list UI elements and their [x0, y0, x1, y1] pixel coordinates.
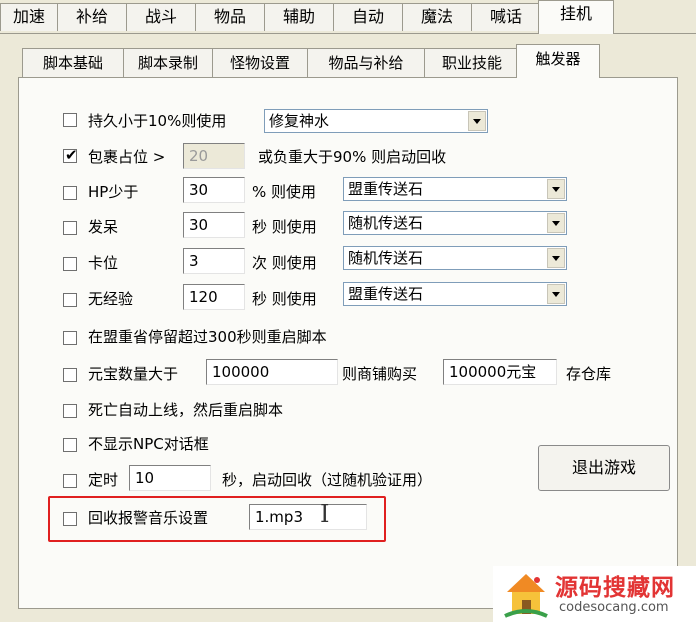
subtab-script-record[interactable]: 脚本录制: [123, 48, 213, 78]
hp-threshold-input[interactable]: 30: [183, 177, 245, 203]
tab-supply[interactable]: 补给: [57, 3, 127, 31]
yuanbao-mid-label: 则商铺购买: [342, 365, 418, 383]
mengzhong-checkbox[interactable]: [63, 331, 77, 345]
checkmark-icon: ✔: [65, 146, 78, 164]
durability-item-value: 修复神水: [269, 112, 330, 130]
timer-label: 定时: [88, 471, 119, 489]
tab-assist[interactable]: 辅助: [264, 3, 334, 31]
chevron-down-icon[interactable]: [468, 111, 486, 131]
tab-auto[interactable]: 自动: [333, 3, 403, 31]
subtab-monster-settings[interactable]: 怪物设置: [212, 48, 308, 78]
chevron-down-icon[interactable]: [547, 213, 565, 233]
bag-checkbox[interactable]: ✔: [63, 146, 78, 164]
exit-game-button[interactable]: 退出游戏: [538, 445, 670, 491]
death-label: 死亡自动上线，然后重启脚本: [88, 401, 284, 419]
bag-suffix-label: 或负重大于90% 则启动回收: [258, 148, 447, 166]
hp-checkbox[interactable]: [63, 186, 77, 200]
tab-combat[interactable]: 战斗: [126, 3, 196, 31]
stuck-checkbox[interactable]: [63, 257, 77, 271]
watermark: 源码搜藏网 codesocang.com: [493, 566, 696, 622]
main-tab-bar: 加速 补给 战斗 物品 辅助 自动 魔法 喊话 挂机: [0, 0, 696, 34]
tab-afk[interactable]: 挂机: [538, 0, 614, 34]
yuanbao-label: 元宝数量大于: [88, 365, 179, 383]
hp-unit-label: % 则使用: [252, 183, 317, 201]
stuck-unit-label: 次 则使用: [252, 254, 317, 272]
noexp-item-value: 盟重传送石: [348, 285, 424, 303]
durability-label: 持久小于10%则使用: [88, 112, 227, 130]
tab-magic[interactable]: 魔法: [402, 3, 472, 31]
death-checkbox[interactable]: [63, 404, 77, 418]
stuck-item-select[interactable]: 随机传送石: [343, 246, 567, 270]
stuck-count-input[interactable]: 3: [183, 248, 245, 274]
idle-unit-label: 秒 则使用: [252, 218, 317, 236]
bag-label: 包裹占位 >: [88, 148, 166, 166]
yuanbao-buy-input[interactable]: 100000元宝: [443, 359, 557, 385]
house-logo-icon: [504, 574, 548, 618]
tab-shout[interactable]: 喊话: [471, 3, 541, 31]
subtab-triggers[interactable]: 触发器: [516, 44, 600, 78]
hp-item-value: 盟重传送石: [348, 180, 424, 198]
subtab-class-skills[interactable]: 职业技能: [424, 48, 520, 78]
tab-speed[interactable]: 加速: [0, 3, 58, 31]
yuanbao-suffix-label: 存仓库: [566, 365, 612, 383]
yuanbao-amount-input[interactable]: 100000: [206, 359, 338, 385]
tab-items[interactable]: 物品: [195, 3, 265, 31]
alarm-checkbox[interactable]: [63, 512, 77, 526]
noexp-unit-label: 秒 则使用: [252, 290, 317, 308]
npc-checkbox[interactable]: [63, 438, 77, 452]
alarm-file-input[interactable]: 1.mp3: [249, 504, 367, 530]
hp-label: HP少于: [88, 183, 139, 201]
timer-suffix-label: 秒，启动回收（过随机验证用）: [222, 471, 433, 489]
idle-checkbox[interactable]: [63, 221, 77, 235]
watermark-url: codesocang.com: [559, 600, 669, 615]
chevron-down-icon[interactable]: [547, 248, 565, 268]
bag-slots-input[interactable]: 20: [183, 143, 245, 169]
noexp-checkbox[interactable]: [63, 293, 77, 307]
noexp-label: 无经验: [88, 290, 134, 308]
stuck-label: 卡位: [88, 254, 119, 272]
durability-item-select[interactable]: 修复神水: [264, 109, 488, 133]
watermark-name: 源码搜藏网: [555, 575, 675, 601]
chevron-down-icon[interactable]: [547, 284, 565, 304]
timer-seconds-input[interactable]: 10: [129, 465, 211, 491]
idle-label: 发呆: [88, 218, 119, 236]
idle-item-value: 随机传送石: [348, 214, 424, 232]
noexp-seconds-input[interactable]: 120: [183, 284, 245, 310]
text-cursor-icon: I: [320, 500, 330, 528]
idle-item-select[interactable]: 随机传送石: [343, 211, 567, 235]
durability-checkbox[interactable]: [63, 113, 77, 127]
noexp-item-select[interactable]: 盟重传送石: [343, 282, 567, 306]
idle-seconds-input[interactable]: 30: [183, 212, 245, 238]
timer-checkbox[interactable]: [63, 474, 77, 488]
alarm-label: 回收报警音乐设置: [88, 509, 209, 527]
subtab-script-basic[interactable]: 脚本基础: [22, 48, 124, 78]
chevron-down-icon[interactable]: [547, 179, 565, 199]
hp-item-select[interactable]: 盟重传送石: [343, 177, 567, 201]
stuck-item-value: 随机传送石: [348, 249, 424, 267]
yuanbao-checkbox[interactable]: [63, 368, 77, 382]
mengzhong-label: 在盟重省停留超过300秒则重启脚本: [88, 328, 327, 346]
subtab-items-supply[interactable]: 物品与补给: [307, 48, 425, 78]
npc-label: 不显示NPC对话框: [88, 435, 209, 453]
